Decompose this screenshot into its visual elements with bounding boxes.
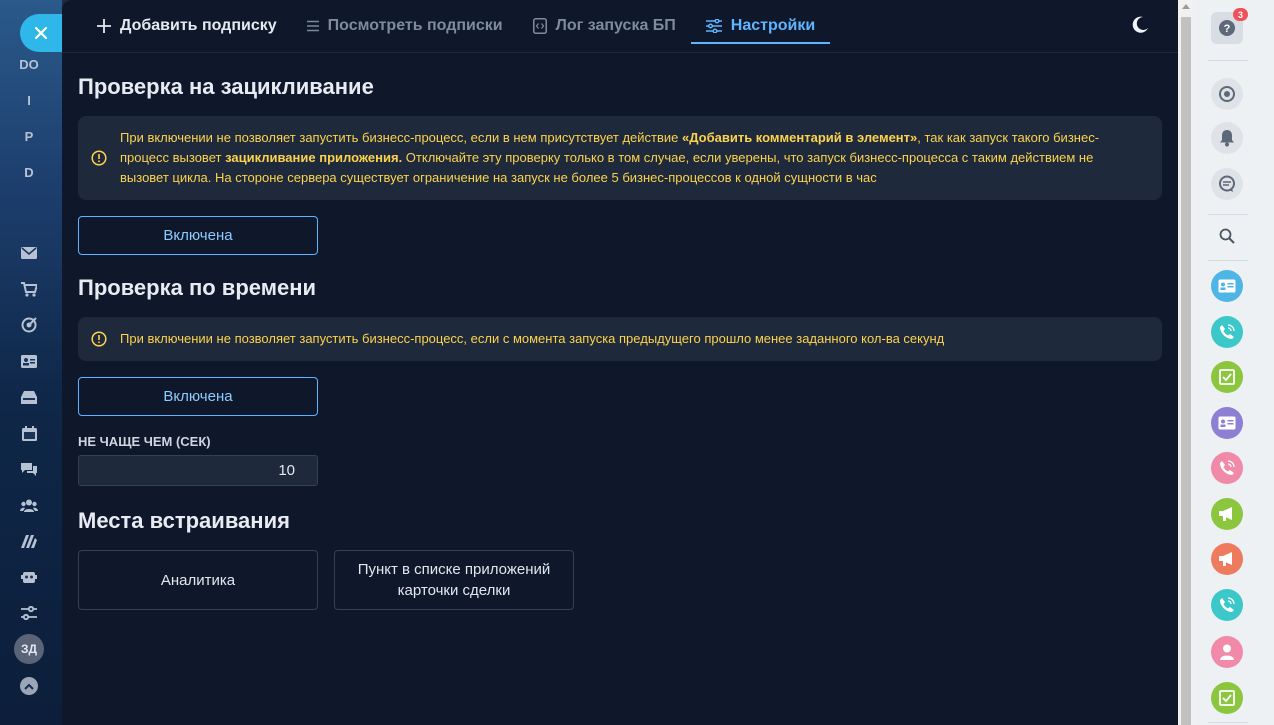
recent-call[interactable] (1211, 452, 1243, 484)
notice-text-bold: зацикливание приложения. (225, 150, 403, 165)
min-interval-label: НЕ ЧАЩЕ ЧЕМ (СЕК) (78, 434, 211, 449)
contact-card-icon (1218, 279, 1236, 293)
loop-check-title: Проверка на зацикливание (78, 74, 374, 99)
sliders-icon (705, 19, 722, 33)
search-button[interactable] (1211, 220, 1243, 252)
recent-campaign[interactable] (1211, 498, 1243, 530)
notice-text-bold: «Добавить комментарий в элемент» (682, 130, 918, 145)
task-check-icon (1219, 369, 1235, 385)
scroll-up-arrow-icon[interactable] (1182, 4, 1190, 9)
divider (1208, 214, 1248, 215)
plus-icon (97, 19, 111, 33)
tab-settings[interactable]: Настройки (690, 0, 831, 52)
recent-campaign[interactable] (1211, 543, 1243, 575)
tab-label: Лог запуска БП (555, 17, 676, 34)
tab-view-subscriptions[interactable]: Посмотреть подписки (292, 0, 518, 52)
recent-contact-card[interactable] (1211, 407, 1243, 439)
embed-places-title: Места встраивания (78, 508, 290, 533)
close-icon (34, 26, 48, 40)
recent-task[interactable] (1211, 361, 1243, 393)
close-slider-button[interactable] (20, 14, 62, 52)
calendar-icon[interactable] (18, 422, 40, 444)
left-sidebar-letter[interactable]: D (0, 165, 58, 180)
notice-text: При включении не позволяет запустить биз… (120, 331, 945, 346)
notifications-button[interactable] (1211, 122, 1243, 154)
scrollbar[interactable] (1178, 0, 1194, 725)
logo-m-icon[interactable] (18, 530, 40, 552)
tab-bar: Добавить подписку Посмотреть подписки Ло… (62, 0, 1178, 53)
recent-user[interactable] (1211, 636, 1243, 668)
embed-place-card[interactable]: Аналитика (78, 550, 318, 610)
left-sidebar-letter[interactable]: P (0, 129, 58, 144)
recent-call[interactable] (1211, 316, 1243, 348)
user-icon (1220, 644, 1234, 660)
notice-text: При включении не позволяет запустить биз… (120, 128, 1162, 188)
cart-icon[interactable] (18, 278, 40, 300)
scrollbar-thumb[interactable] (1181, 17, 1191, 725)
chat-icon[interactable] (18, 458, 40, 480)
loop-check-toggle-button[interactable]: Включена (78, 216, 318, 255)
target-icon[interactable] (18, 314, 40, 336)
inbox-icon[interactable] (18, 386, 40, 408)
notification-badge: 3 (1233, 8, 1248, 21)
megaphone-icon (1219, 507, 1232, 521)
moon-icon (1132, 16, 1148, 33)
code-file-icon (532, 18, 547, 34)
messages-button[interactable] (1211, 168, 1243, 200)
recent-call[interactable] (1211, 589, 1243, 621)
recent-task[interactable] (1211, 682, 1243, 714)
contact-card-icon[interactable] (18, 350, 40, 372)
team-icon[interactable] (18, 494, 40, 516)
chat-bubble-icon (1219, 175, 1235, 192)
mail-icon[interactable] (18, 242, 40, 264)
left-sidebar-letter[interactable]: I (0, 93, 58, 108)
recent-contact-card[interactable] (1211, 270, 1243, 302)
divider (1208, 260, 1248, 261)
task-check-icon (1219, 690, 1235, 706)
contact-card-icon (1218, 416, 1236, 430)
embed-place-card[interactable]: Пункт в списке приложений карточки сделк… (334, 550, 574, 610)
warning-icon (91, 331, 107, 347)
left-sidebar-letter[interactable]: DO (0, 57, 58, 72)
robot-icon[interactable] (18, 566, 40, 588)
tab-label: Настройки (730, 17, 816, 34)
phone-icon (1220, 460, 1235, 475)
help-icon: ? (1219, 20, 1235, 36)
right-rail: ? 3 (1194, 0, 1274, 725)
search-icon (1219, 228, 1235, 244)
time-check-notice: При включении не позволяет запустить биз… (78, 317, 1162, 361)
phone-icon (1220, 597, 1235, 612)
settings-panel: Добавить подписку Посмотреть подписки Ло… (62, 0, 1178, 725)
copilot-button[interactable] (1211, 78, 1243, 110)
phone-icon (1220, 324, 1235, 339)
bell-icon (1220, 130, 1234, 147)
chevron-up-icon (24, 683, 34, 690)
tab-bp-log[interactable]: Лог запуска БП (518, 0, 691, 52)
svg-text:?: ? (1224, 23, 1231, 35)
sliders-icon[interactable] (18, 602, 40, 624)
tab-label: Добавить подписку (120, 17, 277, 34)
divider (1208, 60, 1248, 61)
megaphone-icon (1219, 552, 1232, 566)
tab-add-subscription[interactable]: Добавить подписку (82, 0, 292, 52)
divider (1208, 722, 1248, 723)
warning-icon (91, 150, 107, 166)
avatar[interactable]: ЗД (14, 634, 44, 664)
embed-places-list: Аналитика Пункт в списке приложений карт… (78, 550, 1162, 610)
time-check-toggle-button[interactable]: Включена (78, 377, 318, 416)
time-check-title: Проверка по времени (78, 275, 317, 300)
loop-check-notice: При включении не позволяет запустить биз… (78, 116, 1162, 200)
dark-mode-toggle[interactable] (1130, 15, 1152, 37)
min-interval-input[interactable] (78, 455, 318, 486)
tab-label: Посмотреть подписки (327, 17, 503, 34)
copilot-icon (1219, 86, 1235, 102)
notice-text-part: При включении не позволяет запустить биз… (120, 130, 682, 145)
collapse-up-button[interactable] (20, 677, 38, 695)
list-icon (306, 20, 319, 32)
